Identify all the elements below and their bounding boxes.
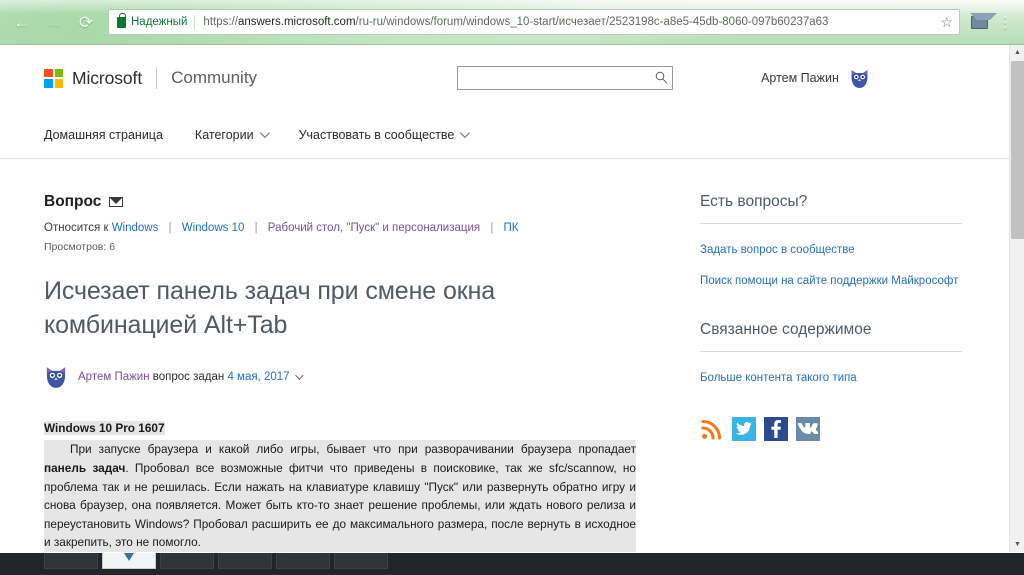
omnibox-divider (194, 14, 196, 30)
post-text: При запуске браузера и какой либо игры, … (44, 440, 636, 552)
sidebar: Есть вопросы? Задать вопрос в сообществе… (700, 193, 962, 552)
post-heading: Windows 10 Pro 1607 (44, 421, 165, 436)
breadcrumb-link-pc[interactable]: ПК (504, 222, 519, 234)
reload-icon[interactable]: ⟳ (72, 8, 100, 36)
sidebar-divider (700, 351, 962, 353)
back-arrow-icon[interactable]: ← (8, 8, 36, 36)
user-area[interactable]: Артем Пажин (761, 67, 870, 89)
envelope-icon (109, 197, 124, 207)
chevron-down-icon (460, 128, 471, 139)
search-input[interactable] (464, 68, 656, 88)
avatar[interactable] (849, 67, 870, 89)
breadcrumb-separator: | (168, 222, 172, 234)
scroll-up-arrow[interactable]: ▲ (1010, 45, 1024, 60)
search-box[interactable] (457, 66, 674, 90)
bookmark-star-icon[interactable]: ☆ (940, 15, 953, 29)
brand-label: Microsoft (72, 67, 143, 88)
breadcrumb-link-windows10[interactable]: Windows 10 (182, 222, 245, 234)
page-title: Исчезает панель задач при смене окна ком… (44, 277, 496, 339)
nav-item-label: Участвовать в сообществе (298, 127, 455, 142)
url-host: answers.microsoft.com (237, 16, 356, 28)
sidebar-heading-questions: Есть вопросы? (700, 193, 808, 210)
author-line: Артем Пажин вопрос задан 4 мая, 2017 (78, 370, 304, 383)
site-header: Microsoft Community Артем Пажин (0, 45, 1009, 111)
browser-menu-icon[interactable]: ⋮ (995, 12, 1015, 32)
facebook-icon[interactable] (764, 417, 788, 442)
sidebar-block-questions: Есть вопросы? Задать вопрос в сообществе… (700, 193, 962, 289)
question-kicker-row: Вопрос (44, 193, 644, 211)
vk-icon[interactable] (796, 417, 820, 442)
sidebar-link-more-content[interactable]: Больше контента такого типа (700, 370, 962, 387)
vertical-scrollbar[interactable]: ▲ ▼ (1009, 45, 1024, 552)
nav-item-home[interactable]: Домашняя страница (44, 128, 163, 142)
nav-item-participate[interactable]: Участвовать в сообществе (298, 127, 471, 142)
nav-item-label: Категории (194, 127, 254, 142)
sidebar-heading-related: Связанное содержимое (700, 321, 872, 339)
url-scheme: https:// (203, 16, 238, 28)
site-nav: Домашняя страница Категории Участвовать … (0, 111, 1009, 159)
user-name: Артем Пажин (761, 71, 839, 85)
chevron-down-icon (259, 128, 270, 139)
mail-extension-icon[interactable] (969, 12, 989, 32)
post-date[interactable]: 4 мая, 2017 (227, 371, 289, 383)
nav-item-categories[interactable]: Категории (194, 127, 270, 142)
url-path: /ru-ru/windows/forum/windows_10-start/ис… (355, 16, 829, 28)
web-page: Microsoft Community Артем Пажин Домашняя… (0, 45, 1009, 552)
microsoft-squares-icon (44, 68, 63, 88)
search-icon[interactable] (655, 71, 668, 86)
page-viewport: Microsoft Community Артем Пажин Домашняя… (0, 45, 1024, 552)
views-count: Просмотров: 6 (44, 241, 116, 254)
product-label[interactable]: Community (171, 68, 257, 88)
nav-item-label: Домашняя страница (44, 127, 163, 142)
address-bar[interactable]: Надежный https://answers.microsoft.com/r… (108, 9, 960, 35)
chevron-down-icon[interactable] (294, 371, 304, 380)
content-area: Вопрос Относится к Windows | Windows 10 … (0, 159, 1009, 552)
scroll-down-arrow[interactable]: ▼ (1010, 537, 1024, 552)
browser-window: ← → ⟳ Надежный https://answers.microsoft… (0, 0, 1024, 553)
author-action: вопрос задан (152, 370, 225, 383)
post-paragraph-part-2: . Пробовал все возможные фитчи что приве… (44, 460, 636, 550)
post-paragraph-part-1: При запуске браузера и какой либо игры, … (70, 442, 636, 457)
social-links (700, 417, 962, 442)
sidebar-block-related: Связанное содержимое Больше контента так… (700, 321, 962, 387)
sidebar-link-ask-community[interactable]: Задать вопрос в сообществе (700, 242, 962, 259)
lock-icon (117, 12, 126, 28)
header-divider (156, 67, 158, 89)
author-row: Артем Пажин вопрос задан 4 мая, 2017 (44, 364, 644, 389)
breadcrumb-prefix: Относится к (44, 222, 109, 234)
sidebar-divider (700, 223, 962, 224)
twitter-icon[interactable] (732, 417, 756, 442)
breadcrumb-link-windows[interactable]: Windows (112, 222, 159, 234)
breadcrumb-link-desktop-start-personalization[interactable]: Рабочий стол, "Пуск" и персонализация (268, 222, 480, 234)
post-body: Windows 10 Pro 1607 При запуске браузера… (44, 419, 644, 552)
author-avatar[interactable] (44, 364, 68, 389)
microsoft-logo[interactable]: Microsoft (44, 68, 142, 89)
breadcrumb-separator: | (490, 222, 494, 234)
browser-toolbar: ← → ⟳ Надежный https://answers.microsoft… (0, 0, 1024, 45)
breadcrumb: Относится к Windows | Windows 10 | Рабоч… (44, 220, 644, 237)
sidebar-link-support-search[interactable]: Поиск помощи на сайте поддержки Майкросо… (700, 273, 962, 290)
main-column: Вопрос Относится к Windows | Windows 10 … (44, 193, 644, 552)
post-bold-phrase: панель задач (44, 460, 126, 475)
rss-icon[interactable] (700, 417, 724, 441)
url-text[interactable]: https://answers.microsoft.com/ru-ru/wind… (203, 16, 934, 28)
question-kicker: Вопрос (44, 193, 102, 210)
scrollbar-thumb[interactable] (1011, 61, 1024, 239)
secure-label: Надежный (131, 16, 188, 28)
author-name[interactable]: Артем Пажин (78, 371, 150, 383)
forward-arrow-icon: → (45, 12, 63, 32)
breadcrumb-separator: | (254, 222, 258, 234)
